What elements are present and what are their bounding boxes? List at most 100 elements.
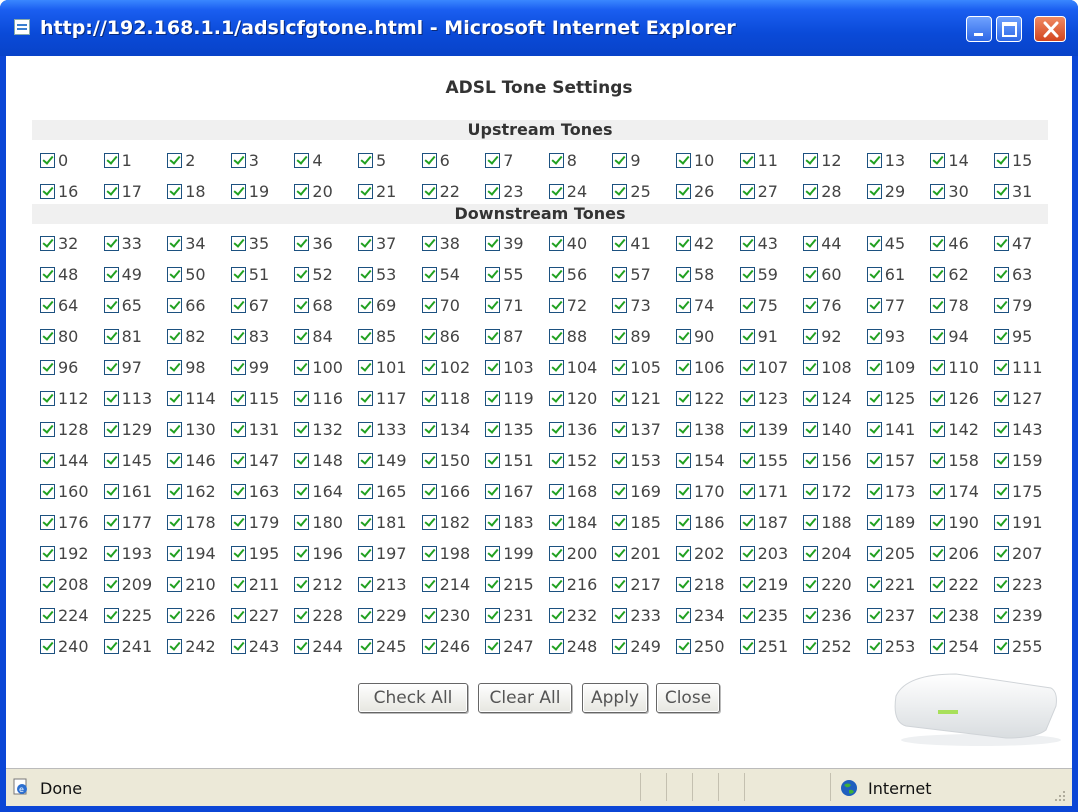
checkbox-checked-icon[interactable] [930, 152, 946, 168]
tone-219-checkbox[interactable]: 219 [739, 573, 788, 595]
tone-78-checkbox[interactable]: 78 [930, 294, 969, 316]
checkbox-checked-icon[interactable] [294, 328, 310, 344]
tone-30-checkbox[interactable]: 30 [930, 180, 969, 202]
tone-235-checkbox[interactable]: 235 [739, 604, 788, 626]
checkbox-checked-icon[interactable] [739, 421, 755, 437]
tone-222-checkbox[interactable]: 222 [930, 573, 979, 595]
tone-213-checkbox[interactable]: 213 [358, 573, 407, 595]
checkbox-checked-icon[interactable] [612, 421, 628, 437]
checkbox-checked-icon[interactable] [739, 452, 755, 468]
tone-77-checkbox[interactable]: 77 [866, 294, 905, 316]
checkbox-checked-icon[interactable] [167, 152, 183, 168]
tone-216-checkbox[interactable]: 216 [548, 573, 597, 595]
tone-27-checkbox[interactable]: 27 [739, 180, 778, 202]
checkbox-checked-icon[interactable] [994, 183, 1009, 199]
tone-9-checkbox[interactable]: 9 [612, 149, 641, 171]
tone-156-checkbox[interactable]: 156 [803, 449, 852, 471]
tone-75-checkbox[interactable]: 75 [739, 294, 778, 316]
checkbox-checked-icon[interactable] [994, 514, 1009, 530]
tone-76-checkbox[interactable]: 76 [803, 294, 842, 316]
checkbox-checked-icon[interactable] [230, 638, 246, 654]
checkbox-checked-icon[interactable] [866, 421, 882, 437]
checkbox-checked-icon[interactable] [739, 183, 755, 199]
tone-252-checkbox[interactable]: 252 [803, 635, 852, 657]
checkbox-checked-icon[interactable] [421, 452, 437, 468]
tone-19-checkbox[interactable]: 19 [230, 180, 269, 202]
tone-87-checkbox[interactable]: 87 [485, 325, 524, 347]
checkbox-checked-icon[interactable] [294, 514, 310, 530]
checkbox-checked-icon[interactable] [612, 390, 628, 406]
checkbox-checked-icon[interactable] [485, 638, 501, 654]
checkbox-checked-icon[interactable] [294, 297, 310, 313]
checkbox-checked-icon[interactable] [612, 607, 628, 623]
checkbox-checked-icon[interactable] [612, 452, 628, 468]
checkbox-checked-icon[interactable] [803, 297, 819, 313]
checkbox-checked-icon[interactable] [930, 638, 946, 654]
tone-240-checkbox[interactable]: 240 [40, 635, 89, 657]
tone-230-checkbox[interactable]: 230 [421, 604, 470, 626]
checkbox-checked-icon[interactable] [994, 452, 1009, 468]
tone-5-checkbox[interactable]: 5 [358, 149, 386, 171]
tone-66-checkbox[interactable]: 66 [167, 294, 206, 316]
tone-53-checkbox[interactable]: 53 [358, 263, 396, 285]
tone-59-checkbox[interactable]: 59 [739, 263, 778, 285]
checkbox-checked-icon[interactable] [676, 607, 691, 623]
checkbox-checked-icon[interactable] [421, 235, 437, 251]
checkbox-checked-icon[interactable] [612, 514, 628, 530]
checkbox-checked-icon[interactable] [866, 576, 882, 592]
close-button[interactable]: Close [656, 683, 720, 713]
tone-229-checkbox[interactable]: 229 [358, 604, 407, 626]
checkbox-checked-icon[interactable] [676, 421, 691, 437]
clear-all-button[interactable]: Clear All [478, 683, 572, 713]
tone-159-checkbox[interactable]: 159 [994, 449, 1043, 471]
checkbox-checked-icon[interactable] [167, 483, 183, 499]
checkbox-checked-icon[interactable] [866, 545, 882, 561]
tone-193-checkbox[interactable]: 193 [103, 542, 152, 564]
checkbox-checked-icon[interactable] [421, 421, 437, 437]
tone-189-checkbox[interactable]: 189 [866, 511, 915, 533]
checkbox-checked-icon[interactable] [803, 266, 819, 282]
tone-0-checkbox[interactable]: 0 [40, 149, 68, 171]
checkbox-checked-icon[interactable] [103, 390, 119, 406]
tone-174-checkbox[interactable]: 174 [930, 480, 979, 502]
checkbox-checked-icon[interactable] [103, 545, 119, 561]
checkbox-checked-icon[interactable] [230, 607, 246, 623]
checkbox-checked-icon[interactable] [612, 576, 628, 592]
tone-138-checkbox[interactable]: 138 [676, 418, 725, 440]
tone-33-checkbox[interactable]: 33 [103, 232, 142, 254]
checkbox-checked-icon[interactable] [103, 483, 119, 499]
tone-220-checkbox[interactable]: 220 [803, 573, 852, 595]
checkbox-checked-icon[interactable] [866, 483, 882, 499]
tone-238-checkbox[interactable]: 238 [930, 604, 979, 626]
checkbox-checked-icon[interactable] [103, 235, 119, 251]
tone-60-checkbox[interactable]: 60 [803, 263, 842, 285]
checkbox-checked-icon[interactable] [294, 576, 310, 592]
tone-194-checkbox[interactable]: 194 [167, 542, 216, 564]
check-all-button[interactable]: Check All [358, 683, 468, 713]
tone-23-checkbox[interactable]: 23 [485, 180, 524, 202]
checkbox-checked-icon[interactable] [230, 483, 246, 499]
checkbox-checked-icon[interactable] [930, 452, 946, 468]
tone-177-checkbox[interactable]: 177 [103, 511, 152, 533]
checkbox-checked-icon[interactable] [803, 576, 819, 592]
tone-148-checkbox[interactable]: 148 [294, 449, 343, 471]
checkbox-checked-icon[interactable] [739, 359, 755, 375]
tone-122-checkbox[interactable]: 122 [676, 387, 725, 409]
tone-180-checkbox[interactable]: 180 [294, 511, 343, 533]
checkbox-checked-icon[interactable] [358, 297, 373, 313]
checkbox-checked-icon[interactable] [739, 266, 755, 282]
checkbox-checked-icon[interactable] [485, 607, 501, 623]
tone-249-checkbox[interactable]: 249 [612, 635, 661, 657]
checkbox-checked-icon[interactable] [294, 266, 310, 282]
checkbox-checked-icon[interactable] [40, 514, 55, 530]
tone-140-checkbox[interactable]: 140 [803, 418, 852, 440]
resize-grip-icon[interactable] [1054, 790, 1066, 802]
checkbox-checked-icon[interactable] [739, 638, 755, 654]
tone-161-checkbox[interactable]: 161 [103, 480, 152, 502]
tone-199-checkbox[interactable]: 199 [485, 542, 534, 564]
checkbox-checked-icon[interactable] [994, 576, 1009, 592]
checkbox-checked-icon[interactable] [103, 328, 119, 344]
tone-38-checkbox[interactable]: 38 [421, 232, 460, 254]
tone-81-checkbox[interactable]: 81 [103, 325, 142, 347]
tone-133-checkbox[interactable]: 133 [358, 418, 407, 440]
